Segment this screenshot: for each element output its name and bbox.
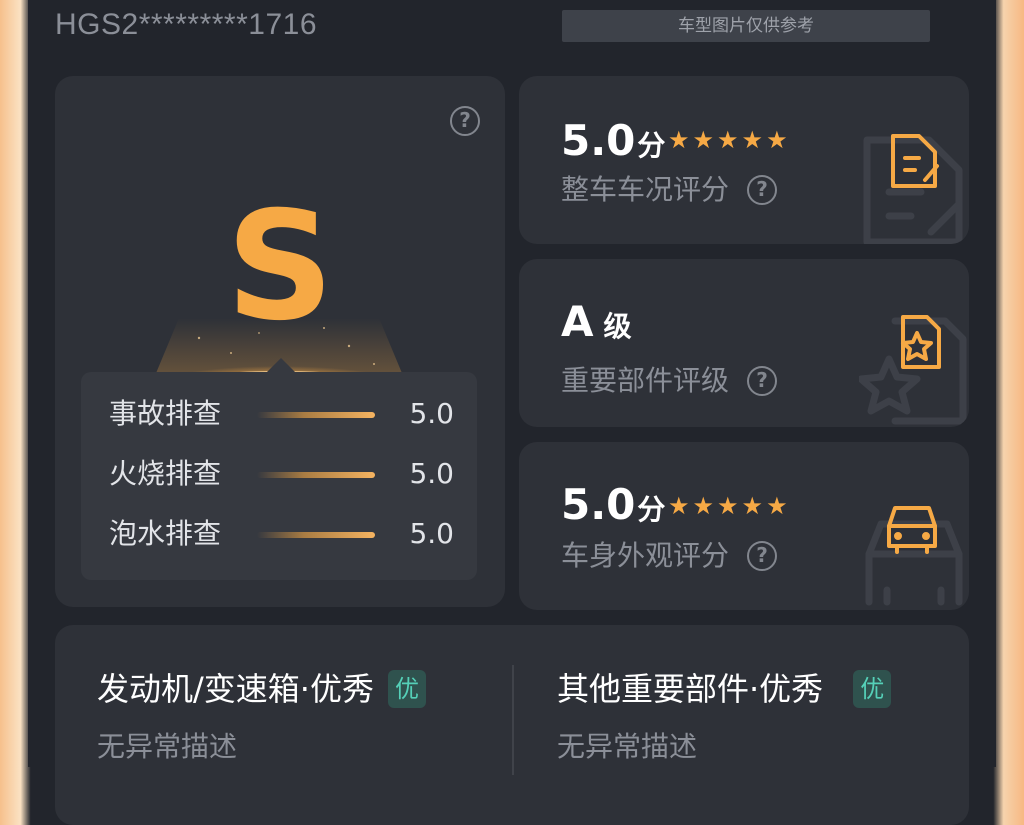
body-appearance-score-card[interactable]: 5.0分 ★ ★ ★ ★ ★ 车身外观评分?	[519, 442, 969, 610]
check-label: 火烧排查	[109, 457, 222, 490]
star-icon: ★	[692, 492, 715, 520]
key-component-grade-card[interactable]: A级 重要部件评级?	[519, 259, 969, 427]
star-icon: ★	[741, 492, 764, 520]
star-icon: ★	[717, 492, 739, 520]
score-label: 重要部件评级?	[561, 361, 778, 401]
document-edit-icon	[863, 134, 963, 244]
check-row-fire: 火烧排查 5.0	[109, 454, 454, 494]
star-icon: ★	[766, 126, 788, 154]
part-description: 无异常描述	[557, 730, 698, 763]
excellent-badge: 优	[387, 670, 426, 708]
grade-letter: S	[225, 180, 335, 354]
check-level-bar	[257, 412, 375, 418]
star-rating: ★ ★ ★ ★ ★	[668, 494, 788, 518]
divider	[512, 665, 514, 775]
grade-help-icon[interactable]: ?	[450, 106, 480, 136]
check-label: 泡水排查	[109, 517, 222, 550]
score-help-icon[interactable]: ?	[747, 541, 778, 571]
score-value: 5.0分	[561, 480, 666, 529]
star-icon: ★	[741, 126, 764, 154]
check-row-accident: 事故排查 5.0	[109, 394, 454, 434]
star-icon: ★	[692, 126, 715, 154]
check-level-bar	[257, 532, 375, 538]
check-level-bar	[257, 472, 375, 478]
report-screen: HGS2*********1716 车型图片仅供参考 ? S 事故排查 5.0 …	[28, 0, 996, 825]
score-value: 5.0分	[561, 116, 666, 165]
score-label: 车身外观评分?	[561, 536, 778, 576]
engine-transmission-item[interactable]: 发动机/变速箱·优秀 优 无异常描述	[97, 665, 426, 765]
part-title: 其他重要部件·优秀	[557, 670, 824, 708]
document-star-icon	[859, 315, 967, 425]
vehicle-condition-score-card[interactable]: 5.0分 ★ ★ ★ ★ ★ 整车车况评分?	[519, 76, 969, 244]
excellent-badge: 优	[853, 670, 892, 708]
star-icon: ★	[717, 126, 739, 154]
score-label: 整车车况评分?	[561, 170, 778, 210]
image-reference-note: 车型图片仅供参考	[562, 10, 930, 42]
vin-number: HGS2*********1716	[55, 8, 318, 41]
score-help-icon[interactable]: ?	[747, 366, 778, 396]
check-value: 5.0	[409, 457, 454, 490]
car-front-icon	[865, 506, 963, 606]
score-value: A级	[561, 297, 632, 346]
star-rating: ★ ★ ★ ★ ★	[668, 128, 788, 152]
check-row-flood: 泡水排查 5.0	[109, 514, 454, 554]
check-label: 事故排查	[109, 397, 222, 430]
star-icon: ★	[766, 492, 788, 520]
overall-grade-card: ? S 事故排查 5.0 火烧排查 5.0 泡水排查 5.0	[55, 76, 505, 607]
check-value: 5.0	[409, 397, 454, 430]
part-description: 无异常描述	[97, 730, 238, 763]
check-value: 5.0	[409, 517, 454, 550]
star-icon: ★	[668, 492, 690, 520]
risk-check-panel: 事故排查 5.0 火烧排查 5.0 泡水排查 5.0	[81, 358, 477, 580]
star-icon: ★	[668, 126, 690, 154]
component-summary-card: 发动机/变速箱·优秀 优 无异常描述 其他重要部件·优秀 优 无异常描述	[55, 625, 969, 825]
score-help-icon[interactable]: ?	[747, 175, 778, 205]
other-components-item[interactable]: 其他重要部件·优秀 优 无异常描述	[557, 665, 892, 765]
part-title: 发动机/变速箱·优秀	[97, 670, 374, 708]
